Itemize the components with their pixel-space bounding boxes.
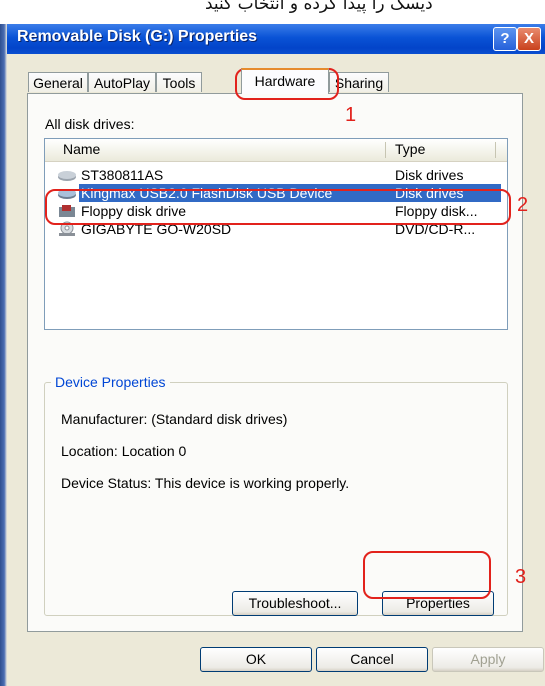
device-properties-title: Device Properties	[51, 374, 170, 390]
tab-hardware[interactable]: Hardware	[241, 68, 329, 94]
apply-button[interactable]: Apply	[432, 647, 544, 672]
title-bar[interactable]: Removable Disk (G:) Properties ? X	[7, 24, 545, 54]
window-title: Removable Disk (G:) Properties	[17, 28, 258, 45]
manufacturer-text: Manufacturer: (Standard disk drives)	[61, 411, 288, 427]
location-text: Location: Location 0	[61, 443, 187, 459]
device-status-text: Device Status: This device is working pr…	[61, 475, 350, 491]
ok-button[interactable]: OK	[200, 647, 312, 672]
troubleshoot-button[interactable]: Troubleshoot...	[232, 591, 358, 616]
persian-caption: دیسک را پیدا کرده و انتخاب کنید	[205, 0, 433, 14]
tab-strip: General AutoPlay Tools Hardware Sharing	[28, 66, 428, 94]
tab-tools[interactable]: Tools	[156, 72, 202, 92]
help-button[interactable]: ?	[493, 27, 517, 51]
column-name[interactable]: Name	[63, 141, 100, 157]
top-caption-strip: دیسک را پیدا کرده و انتخاب کنید	[0, 0, 545, 24]
annotation-circle-properties	[363, 551, 491, 599]
desktop-fringe	[0, 24, 7, 686]
annotation-circle-selected-row	[45, 189, 511, 225]
list-header: Name Type	[45, 139, 507, 162]
annotation-number-3: 3	[515, 566, 527, 588]
annotation-number-2: 2	[517, 194, 529, 216]
all-drives-label: All disk drives:	[45, 116, 135, 132]
hard-disk-icon	[57, 167, 77, 183]
cancel-button[interactable]: Cancel	[316, 647, 428, 672]
properties-dialog: Removable Disk (G:) Properties ? X Gener…	[7, 24, 545, 686]
list-item[interactable]: ST380811AS Disk drives	[47, 166, 503, 184]
column-type[interactable]: Type	[395, 141, 425, 157]
drives-list[interactable]: Name Type ST380811AS Disk drives Kingmax…	[44, 138, 508, 330]
annotation-number-1: 1	[345, 104, 357, 126]
close-button[interactable]: X	[517, 27, 541, 51]
tab-autoplay[interactable]: AutoPlay	[88, 72, 156, 92]
tab-general[interactable]: General	[28, 72, 88, 92]
